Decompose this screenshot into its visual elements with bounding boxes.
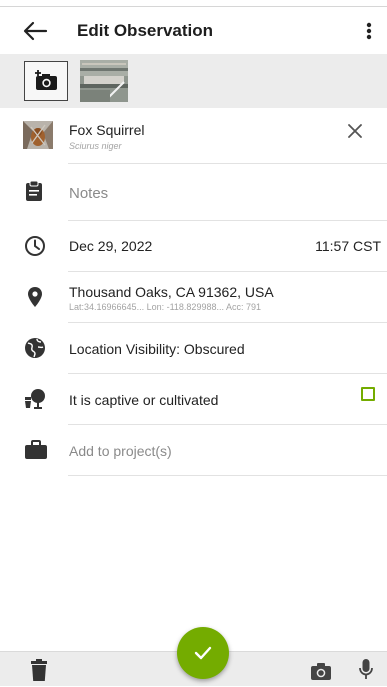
- save-button[interactable]: [177, 627, 229, 679]
- taxon-row[interactable]: Fox Squirrel Sciurus niger: [0, 108, 387, 164]
- map-pin-icon: [27, 286, 43, 313]
- clipboard-icon: [24, 180, 44, 207]
- datetime-row[interactable]: Dec 29, 2022 11:57 CST: [0, 221, 387, 272]
- location-coordinates: Lat:34.16966645... Lon: -118.829988... A…: [69, 302, 261, 312]
- notes-input[interactable]: Notes: [69, 185, 108, 202]
- arrow-left-icon[interactable]: [22, 20, 48, 42]
- microphone-icon[interactable]: [358, 658, 374, 687]
- status-bar-edge: [0, 0, 387, 7]
- add-photo-button[interactable]: [24, 61, 68, 101]
- trash-icon[interactable]: [30, 659, 48, 686]
- location-visibility-row[interactable]: Location Visibility: Obscured: [0, 323, 387, 374]
- observation-date[interactable]: Dec 29, 2022: [69, 238, 152, 254]
- captive-label: It is captive or cultivated: [69, 392, 219, 408]
- divider: [68, 475, 387, 476]
- briefcase-icon: [24, 440, 48, 465]
- observation-photo-thumbnail[interactable]: [80, 60, 128, 102]
- globe-icon: [24, 337, 46, 364]
- check-icon: [194, 646, 212, 660]
- photo-strip: [0, 54, 387, 108]
- taxon-photo: [23, 121, 53, 149]
- close-icon[interactable]: [346, 122, 364, 140]
- more-vertical-icon[interactable]: [362, 20, 376, 42]
- captive-checkbox[interactable]: [361, 387, 375, 401]
- location-visibility-label: Location Visibility: Obscured: [69, 341, 245, 357]
- notes-row[interactable]: Notes: [0, 164, 387, 221]
- app-bar: Edit Observation: [0, 8, 387, 54]
- page-title: Edit Observation: [77, 21, 214, 40]
- potted-plant-icon: [23, 388, 47, 415]
- taxon-common-name: Fox Squirrel: [69, 122, 145, 138]
- observation-time[interactable]: 11:57 CST: [315, 238, 381, 254]
- add-photo-icon: [35, 70, 57, 90]
- location-place: Thousand Oaks, CA 91362, USA: [69, 284, 274, 300]
- projects-row[interactable]: Add to project(s): [0, 425, 387, 476]
- taxon-scientific-name: Sciurus niger: [69, 141, 122, 151]
- clock-icon: [24, 235, 46, 262]
- captive-row[interactable]: It is captive or cultivated: [0, 374, 387, 425]
- camera-icon[interactable]: [310, 662, 332, 685]
- add-projects-button[interactable]: Add to project(s): [69, 443, 172, 459]
- location-row[interactable]: Thousand Oaks, CA 91362, USA Lat:34.1696…: [0, 272, 387, 323]
